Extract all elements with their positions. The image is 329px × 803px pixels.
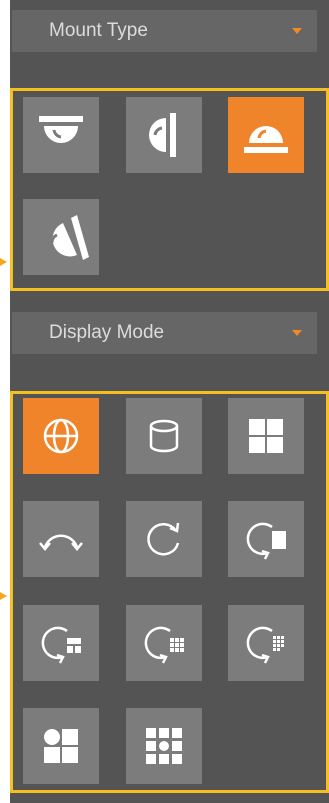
fisheye-plus-8-icon — [144, 626, 184, 664]
fisheye-globe-icon — [43, 418, 79, 454]
mount-type-label: Mount Type — [49, 20, 148, 41]
desktop-mount-icon — [244, 126, 288, 153]
slant-mount-icon — [50, 215, 89, 260]
display-mode-dropdown[interactable]: Display Mode — [12, 312, 317, 354]
mount-option-wall[interactable] — [126, 97, 202, 173]
mount-option-ceiling[interactable] — [23, 97, 99, 173]
display-option-360[interactable] — [126, 501, 202, 577]
mount-type-dropdown[interactable]: Mount Type — [12, 10, 317, 52]
multi-view-icon — [44, 729, 78, 763]
display-option-fisheye[interactable] — [23, 398, 99, 474]
display-option-multi[interactable] — [23, 708, 99, 784]
display-option-grid[interactable] — [126, 708, 202, 784]
mount-option-slant[interactable] — [23, 199, 99, 275]
fisheye-plus-1-icon — [246, 522, 286, 560]
mount-pointer-icon — [0, 258, 7, 266]
mount-option-desktop[interactable] — [228, 97, 304, 173]
panorama-360-icon — [147, 522, 180, 556]
panorama-cylinder-icon — [149, 419, 179, 453]
display-pointer-icon — [0, 592, 7, 600]
ceiling-mount-icon — [39, 116, 83, 143]
grid-view-icon — [146, 728, 182, 764]
display-option-fisheye-plus-3[interactable] — [23, 605, 99, 681]
display-option-fisheye-plus-8-alt[interactable] — [228, 605, 304, 681]
fisheye-plus-3-icon — [41, 626, 81, 664]
display-mode-label: Display Mode — [49, 322, 165, 343]
chevron-down-icon — [292, 28, 302, 34]
display-option-fisheye-plus-8[interactable] — [126, 605, 202, 681]
fisheye-plus-8-alt-icon — [246, 626, 284, 664]
display-option-fisheye-plus-1[interactable] — [228, 501, 304, 577]
display-option-180[interactable] — [23, 501, 99, 577]
wall-mount-icon — [149, 113, 176, 157]
chevron-down-icon — [292, 330, 302, 336]
quad-view-icon — [249, 419, 283, 453]
display-option-quad[interactable] — [228, 398, 304, 474]
panorama-180-icon — [39, 534, 83, 551]
display-option-cylinder[interactable] — [126, 398, 202, 474]
